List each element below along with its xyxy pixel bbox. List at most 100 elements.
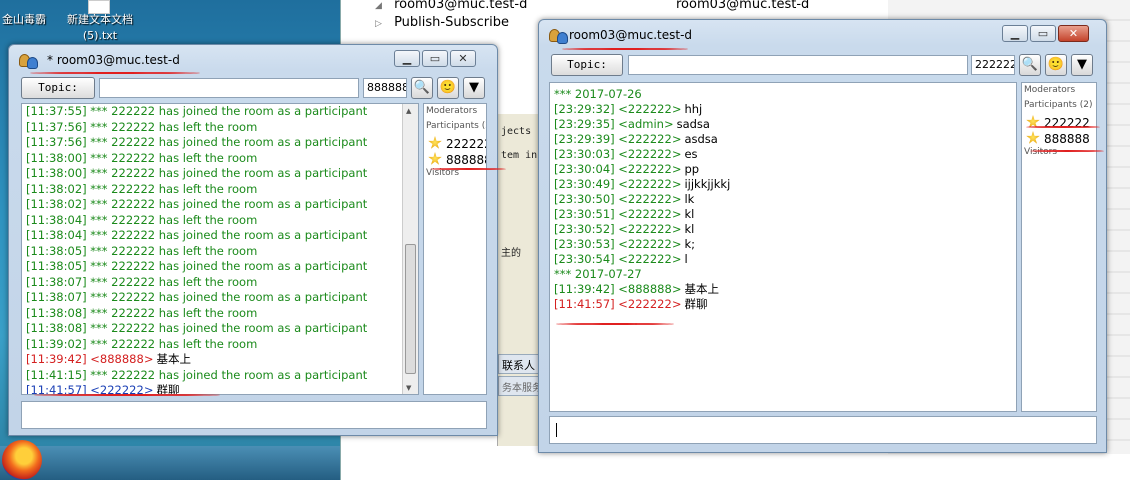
message-body: 基本上 [156, 352, 191, 366]
desktop-icon-sublabel: (5).txt [82, 29, 118, 42]
message-body: lk [684, 192, 695, 206]
desktop-icon-text-file[interactable]: 新建文本文档 (5).txt [58, 0, 142, 44]
desktop-icon-antivirus[interactable]: 金山毒霸 [0, 12, 52, 28]
annotation-underline [430, 168, 506, 170]
roster-moderators-header: Moderators [1024, 85, 1076, 95]
chevron-down-icon[interactable]: ▼ [1071, 54, 1093, 76]
search-icon[interactable]: 🔍 [1019, 54, 1041, 76]
roster-user-name: 222222 [446, 137, 486, 151]
desktop-icon-label: 金山毒霸 [2, 13, 46, 26]
maximize-icon[interactable]: ▭ [422, 50, 448, 67]
chat-message: [23:30:49] <222222> ijjkkjjkkj [554, 177, 730, 192]
close-icon[interactable]: ✕ [450, 50, 476, 67]
chat-message: [23:30:53] <222222> k; [554, 237, 695, 252]
tab-contacts[interactable]: 联系人 [498, 354, 542, 374]
chevron-down-icon[interactable]: ▼ [463, 77, 485, 99]
chat-message: *** 2017-07-27 [554, 267, 642, 281]
annotation-underline [556, 323, 674, 325]
message-body: kl [684, 222, 695, 236]
chat-message: [11:38:04] *** 222222 has left the room [26, 212, 258, 227]
roster-participants-header: Participants (2) [1024, 100, 1093, 110]
message-body: es [684, 147, 698, 161]
chat-message: [11:39:02] *** 222222 has left the room [26, 336, 258, 351]
title-bar[interactable]: * room03@muc.test-d ▁ ▭ ✕ [9, 45, 497, 75]
message-prefix: [11:41:57] <222222> [554, 297, 682, 311]
chat-message: [23:29:39] <222222> asdsa [554, 132, 718, 147]
chat-message: [11:39:42] <888888> 基本上 [554, 282, 719, 297]
text-cursor [556, 423, 557, 437]
message-prefix: [23:30:54] <222222> [554, 252, 682, 266]
topic-input[interactable] [628, 55, 968, 75]
chat-message: [11:38:08] *** 222222 has left the room [26, 305, 258, 320]
message-prefix: [23:29:39] <222222> [554, 132, 682, 146]
annotation-underline [1026, 126, 1100, 128]
message-body: hhj [684, 102, 703, 116]
scroll-up-icon[interactable]: ▲ [406, 107, 411, 115]
scrollbar-thumb[interactable] [405, 244, 416, 374]
message-body: 群聊 [684, 297, 708, 311]
message-input[interactable] [21, 401, 487, 429]
close-icon[interactable]: ✕ [1058, 25, 1089, 42]
chat-message: [11:38:04] *** 222222 has joined the roo… [26, 228, 368, 242]
message-body: kl [684, 207, 695, 221]
roster-user-name: 888888 [1044, 132, 1090, 146]
tab-services[interactable]: 务本服务 [498, 376, 542, 396]
chat-scrollbar[interactable]: ▲ ▼ [402, 104, 418, 394]
message-prefix: [23:30:51] <222222> [554, 207, 682, 221]
star-icon [1026, 131, 1040, 144]
message-body: pp [684, 162, 700, 176]
roster-user-name: 888888 [446, 153, 486, 167]
roster-participants-header: Participants (2 [426, 121, 487, 131]
chat-log[interactable]: *** 2017-07-26 [23:29:32] <222222> hhj [23:… [549, 82, 1017, 412]
roster-user[interactable]: 888888 [1026, 131, 1090, 146]
nickname-field[interactable]: 888888 [363, 78, 407, 98]
smiley-icon[interactable]: 🙂 [437, 77, 459, 99]
message-input[interactable] [549, 416, 1097, 444]
roster-user[interactable]: 222222 [428, 136, 486, 151]
chat-message: [11:41:15] *** 222222 has joined the roo… [26, 367, 368, 382]
desktop-icon-label: 新建文本文档 [67, 13, 133, 26]
chat-log[interactable]: [11:37:55] *** 222222 has joined the roo… [21, 103, 419, 395]
chat-message: [11:37:56] *** 222222 has joined the roo… [26, 135, 368, 149]
chat-message: [11:37:55] *** 222222 has joined the roo… [26, 104, 368, 118]
firefox-icon[interactable] [2, 440, 42, 480]
tree-collapse-icon[interactable]: ▷ [375, 19, 382, 29]
nickname-field[interactable]: 222222 [971, 55, 1015, 75]
chat-message: [11:38:02] *** 222222 has joined the roo… [26, 197, 368, 211]
annotation-underline [1030, 150, 1104, 152]
chat-window-left: * room03@muc.test-d ▁ ▭ ✕ Topic: 888888 … [8, 44, 498, 436]
message-prefix: [11:39:42] <888888> [26, 352, 154, 366]
topic-button[interactable]: Topic: [551, 54, 623, 76]
minimize-icon[interactable]: ▁ [394, 50, 420, 67]
roster-user[interactable]: 888888 [428, 152, 486, 167]
panel-text: 主的 [501, 248, 521, 259]
topic-button[interactable]: Topic: [21, 77, 95, 99]
users-icon [549, 26, 569, 44]
message-prefix: [23:30:53] <222222> [554, 237, 682, 251]
roster-moderators-header: Moderators [426, 106, 478, 116]
panel-text: jects [501, 126, 532, 137]
message-body: sadsa [676, 117, 710, 131]
message-body: k; [684, 237, 695, 251]
roster-visitors-header: Visitors [1024, 147, 1058, 157]
annotation-underline [34, 394, 220, 396]
tree-expand-icon[interactable]: ◢ [375, 1, 382, 11]
chat-message: [23:30:54] <222222> l [554, 252, 688, 267]
search-icon[interactable]: 🔍 [411, 77, 433, 99]
chat-message: [11:38:00] *** 222222 has joined the roo… [26, 166, 368, 180]
minimize-icon[interactable]: ▁ [1002, 25, 1028, 42]
maximize-icon[interactable]: ▭ [1030, 25, 1056, 42]
message-body: 基本上 [684, 282, 719, 296]
topic-input[interactable] [99, 78, 359, 98]
chat-message: [11:38:05] *** 222222 has joined the roo… [26, 259, 368, 273]
tree-item-room[interactable]: ◢ room03@muc.test-d [375, 0, 527, 12]
chat-message: [11:38:02] *** 222222 has left the room [26, 181, 258, 196]
tree-item-pubsub[interactable]: ▷ Publish-Subscribe [375, 15, 509, 30]
message-body: ijjkkjjkkj [684, 177, 731, 191]
chat-message: [11:38:00] *** 222222 has left the room [26, 150, 258, 165]
chat-window-right: room03@muc.test-d ▁ ▭ ✕ Topic: 222222 🔍 … [538, 19, 1107, 453]
scroll-down-icon[interactable]: ▼ [406, 384, 411, 392]
tree-item-label: Publish-Subscribe [394, 15, 509, 30]
title-bar[interactable]: room03@muc.test-d ▁ ▭ ✕ [539, 20, 1106, 50]
smiley-icon[interactable]: 🙂 [1045, 54, 1067, 76]
